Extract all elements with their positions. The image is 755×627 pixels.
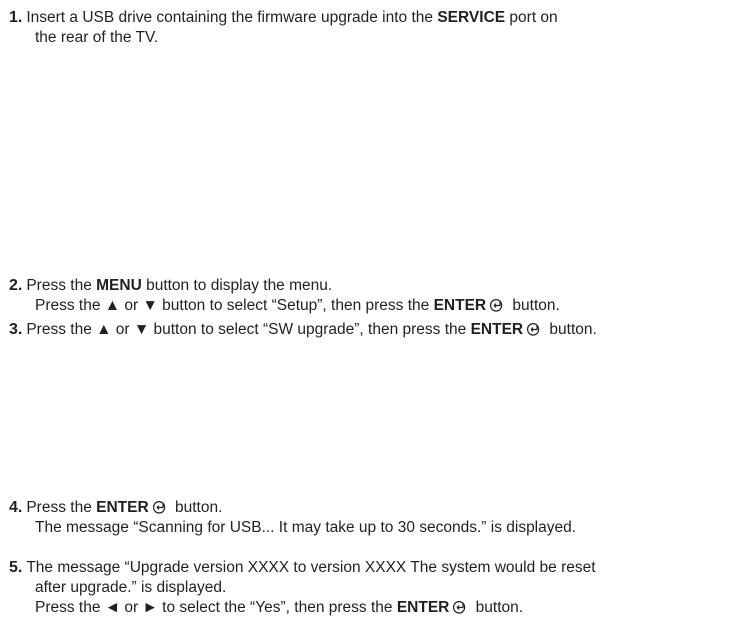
step-number: 4. bbox=[9, 499, 23, 516]
enter-icon bbox=[490, 299, 505, 312]
step-text: button. bbox=[545, 321, 597, 338]
step-keyword: MENU bbox=[96, 277, 142, 294]
enter-icon bbox=[152, 501, 168, 514]
step-keyword: ENTER bbox=[396, 599, 450, 616]
enter-icon bbox=[453, 601, 468, 614]
step-text: button. bbox=[508, 297, 560, 314]
step-4: 4. Press the ENTER button. The message “S… bbox=[9, 498, 755, 538]
step-text: The message “Upgrade version XXXX to ver… bbox=[26, 559, 596, 576]
step-text: after upgrade.” is displayed. bbox=[35, 579, 227, 596]
step-text: the rear of the TV. bbox=[35, 29, 159, 46]
step-text: Press the bbox=[26, 499, 97, 516]
step-keyword: ENTER bbox=[470, 321, 524, 338]
step-text: Press the bbox=[26, 277, 97, 294]
step-text: button to display the menu. bbox=[141, 277, 333, 294]
step-text: Insert a USB drive containing the firmwa… bbox=[26, 9, 438, 26]
step-text: Press the ◄ or ► to select the “Yes”, th… bbox=[35, 599, 397, 616]
step-text: button. bbox=[471, 599, 524, 616]
step-5: 5. The message “Upgrade version XXXX to v… bbox=[9, 558, 755, 618]
step-keyword: SERVICE bbox=[437, 9, 506, 26]
enter-icon bbox=[527, 323, 542, 336]
step-text: Press the ▲ or ▼ button to select “Setup… bbox=[35, 297, 434, 314]
step-text: button. bbox=[170, 499, 223, 516]
step-text: The message “Scanning for USB... It may … bbox=[35, 519, 577, 536]
step-text: Press the ▲ or ▼ button to select “SW up… bbox=[26, 321, 471, 338]
step-3: 3. Press the ▲ or ▼ button to select “SW … bbox=[9, 320, 755, 340]
step-number: 5. bbox=[9, 559, 23, 576]
step-keyword: ENTER bbox=[96, 499, 149, 516]
step-number: 1. bbox=[9, 9, 23, 26]
step-2: 2. Press the MENU button to display the m… bbox=[9, 276, 755, 316]
step-keyword: ENTER bbox=[433, 297, 487, 314]
step-number: 2. bbox=[9, 277, 23, 294]
step-1: 1. Insert a USB drive containing the firm… bbox=[9, 8, 755, 48]
step-number: 3. bbox=[9, 321, 23, 338]
step-text: port on bbox=[505, 9, 558, 26]
